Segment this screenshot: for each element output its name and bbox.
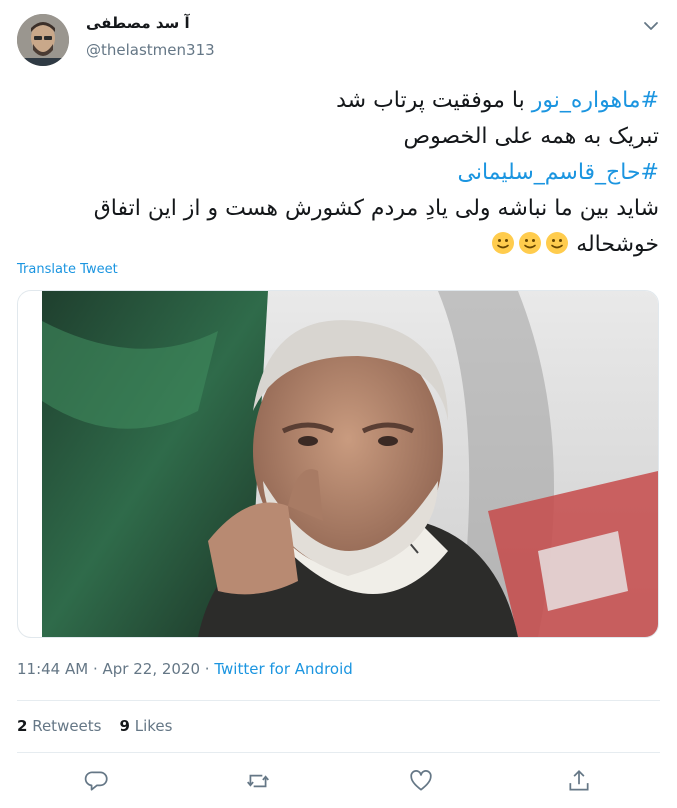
chevron-down-icon[interactable] — [641, 16, 661, 36]
slightly-smiling-face-icon — [518, 231, 542, 255]
like-icon[interactable] — [408, 768, 434, 794]
tweet-stats: 2 Retweets 9 Likes — [17, 717, 190, 735]
tweet-meta: 11:44 AM · Apr 22, 2020 · Twitter for An… — [17, 660, 353, 678]
translate-tweet-link[interactable]: Translate Tweet — [17, 262, 118, 277]
retweets-stat[interactable]: 2 Retweets — [17, 717, 102, 735]
author-display-name[interactable]: آ سد مصطفی — [86, 14, 190, 32]
divider — [17, 700, 660, 701]
tweet-date[interactable]: Apr 22, 2020 — [103, 660, 201, 678]
reply-icon[interactable] — [84, 768, 110, 794]
meta-separator: · — [200, 660, 215, 678]
retweets-count: 2 — [17, 717, 28, 735]
retweet-icon[interactable] — [245, 768, 271, 794]
tweet-line: خوشحاله — [14, 227, 659, 263]
avatar-photo — [17, 14, 69, 66]
tweet-text: #ماهواره_نور با موفقیت پرتاب شد تبریک به… — [14, 83, 659, 263]
tweet-line: شاید بین ما نباشه ولی یادِ مردم کشورش هس… — [93, 196, 659, 221]
tweet-text-segment: با موفقیت پرتاب شد — [336, 88, 532, 113]
author-handle[interactable]: @thelastmen313 — [86, 41, 215, 59]
hashtag-link[interactable]: #ماهواره_نور — [532, 88, 659, 113]
avatar[interactable] — [17, 14, 69, 66]
tweet-source-link[interactable]: Twitter for Android — [214, 660, 352, 678]
portrait-photo — [18, 291, 658, 637]
tweet-image[interactable] — [17, 290, 659, 638]
tweet-text-segment: خوشحاله — [576, 232, 659, 257]
tweet-time[interactable]: 11:44 AM — [17, 660, 88, 678]
hashtag-link[interactable]: #حاج_قاسم_سلیمانی — [14, 155, 659, 191]
divider — [17, 752, 660, 753]
likes-label: Likes — [129, 717, 173, 735]
likes-stat[interactable]: 9 Likes — [120, 717, 173, 735]
tweet-line: تبریک به همه علی الخصوص — [403, 124, 659, 149]
share-icon[interactable] — [566, 768, 592, 794]
slightly-smiling-face-icon — [491, 231, 515, 255]
likes-count: 9 — [119, 717, 130, 735]
tweet-line: #ماهواره_نور با موفقیت پرتاب شد — [14, 83, 659, 119]
retweets-label: Retweets — [27, 717, 102, 735]
slightly-smiling-face-icon — [545, 231, 569, 255]
meta-separator: · — [88, 660, 103, 678]
